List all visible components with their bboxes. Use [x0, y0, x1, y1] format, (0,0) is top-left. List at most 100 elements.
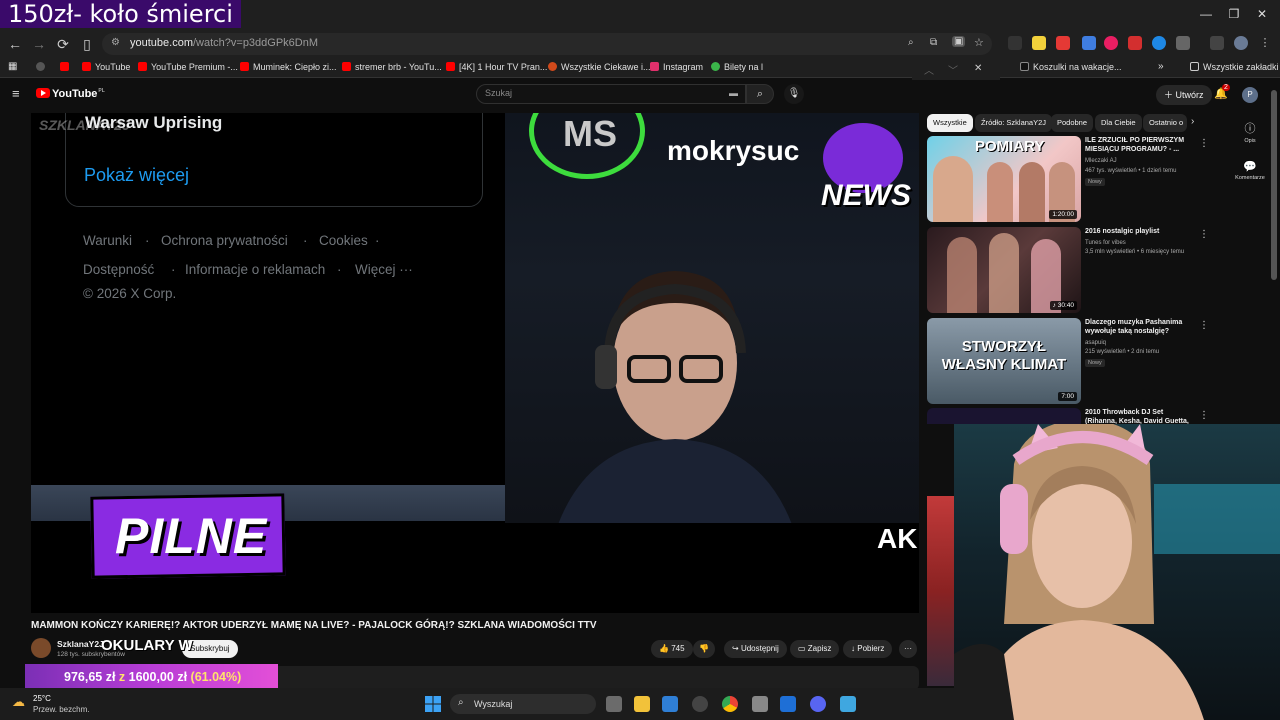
- chrome-icon[interactable]: [722, 696, 738, 712]
- bookmark-star-icon[interactable]: ☆: [974, 36, 984, 49]
- bookmark-item[interactable]: Wszystkie Ciekawe i...: [548, 60, 651, 74]
- create-button[interactable]: ＋ Utwórz: [1156, 85, 1212, 105]
- site-info-icon[interactable]: ⚙: [111, 37, 120, 48]
- cast-icon[interactable]: ⧉: [930, 37, 937, 48]
- search-button[interactable]: ⌕: [746, 84, 774, 104]
- calendar-extension-icon[interactable]: [1082, 36, 1096, 50]
- extension-icon[interactable]: [1008, 36, 1022, 50]
- like-button[interactable]: 👍 745: [651, 640, 693, 658]
- all-bookmarks-folder[interactable]: Wszystkie zakładki: [1190, 60, 1279, 74]
- recommendation-item[interactable]: ♪ 30:40 2016 nostalgic playlist Tunes fo…: [927, 227, 1209, 313]
- chip-all[interactable]: Wszystkie: [927, 114, 973, 132]
- description-panel-button[interactable]: ⓘ Opis: [1230, 120, 1270, 144]
- app-icon[interactable]: [780, 696, 796, 712]
- recommendation-channel[interactable]: Mleczaki AJ: [1085, 158, 1117, 164]
- video-thumbnail[interactable]: ♪ 30:40: [927, 227, 1081, 313]
- bookmark-item[interactable]: YouTube: [82, 60, 130, 74]
- install-app-icon[interactable]: ▣: [952, 36, 966, 47]
- menu-kebab-icon[interactable]: ⋮: [1258, 36, 1272, 50]
- taskbar-search-box[interactable]: ⌕: [450, 694, 596, 714]
- chips-next-icon[interactable]: ›: [1191, 116, 1194, 127]
- side-panel-icon[interactable]: ▯: [78, 35, 96, 53]
- weather-description[interactable]: Przew. bezchm.: [33, 705, 89, 714]
- recommendation-channel[interactable]: asapuiq: [1085, 340, 1106, 346]
- account-avatar[interactable]: P: [1242, 87, 1258, 103]
- share-button[interactable]: ↪ Udostępnij: [724, 640, 787, 658]
- download-button[interactable]: ↓ Pobierz: [843, 640, 893, 658]
- keyboard-icon[interactable]: ▬: [729, 88, 738, 98]
- recommendation-title[interactable]: 2016 nostalgic playlist: [1085, 227, 1195, 236]
- back-icon[interactable]: ←: [6, 35, 24, 53]
- video-player[interactable]: Warsaw Uprising Pokaż więcej Warunki · O…: [31, 113, 919, 613]
- task-view-icon[interactable]: [606, 696, 622, 712]
- video-thumbnail[interactable]: [927, 408, 1081, 424]
- recommendation-title[interactable]: Dlaczego muzyka Pashanima wywołuje taką …: [1085, 318, 1195, 336]
- extensions-puzzle-icon[interactable]: [1176, 36, 1190, 50]
- notepad-icon[interactable]: [840, 696, 856, 712]
- recommendation-title[interactable]: 2010 Throwback DJ Set (Rihanna, Kesha, D…: [1085, 408, 1195, 424]
- recommendation-item[interactable]: 2010 Throwback DJ Set (Rihanna, Kesha, D…: [927, 408, 1207, 424]
- find-close-icon[interactable]: ✕: [974, 63, 982, 74]
- file-explorer-icon[interactable]: [634, 696, 650, 712]
- youtube-logo[interactable]: YouTubePL: [36, 88, 105, 100]
- bookmark-item[interactable]: [4K] 1 Hour TV Pran...: [446, 60, 547, 74]
- weather-temperature[interactable]: 25°C: [33, 694, 51, 703]
- bookmark-item[interactable]: Instagram: [650, 60, 703, 74]
- channel-avatar[interactable]: [31, 638, 51, 658]
- extension-icon[interactable]: [1032, 36, 1046, 50]
- chip-source[interactable]: Źródło: SzklanaY2J: [975, 114, 1053, 132]
- bookmark-youtube-icon[interactable]: [60, 60, 73, 74]
- apps-grid-icon[interactable]: ▦: [8, 60, 17, 74]
- search-input[interactable]: Szukaj: [485, 88, 512, 98]
- weather-icon[interactable]: ☁: [12, 694, 25, 710]
- forward-icon[interactable]: →: [30, 35, 48, 53]
- close-button[interactable]: ✕: [1252, 6, 1272, 22]
- find-next-icon[interactable]: ﹀: [948, 62, 958, 77]
- obs-icon[interactable]: [692, 696, 708, 712]
- tab-search-icon[interactable]: [1210, 36, 1224, 50]
- bookmarks-overflow-icon[interactable]: »: [1158, 60, 1164, 74]
- extension-icon[interactable]: [1104, 36, 1118, 50]
- zoom-icon[interactable]: ⌕: [908, 37, 914, 48]
- extension-icon[interactable]: [1128, 36, 1142, 50]
- comments-panel-button[interactable]: 💬 Komentarze: [1230, 160, 1270, 181]
- voice-search-button[interactable]: 🎙: [784, 84, 804, 104]
- extension-icon[interactable]: [1056, 36, 1070, 50]
- save-button[interactable]: ▭ Zapisz: [790, 640, 840, 658]
- dislike-button[interactable]: 👎: [693, 640, 715, 658]
- bookmark-chrome-icon[interactable]: [36, 60, 49, 74]
- bookmark-item[interactable]: Muminek: Ciepło zi...: [240, 60, 337, 74]
- profile-avatar[interactable]: [1234, 36, 1248, 50]
- discord-icon[interactable]: [810, 696, 826, 712]
- video-thumbnail[interactable]: POMIARY 1:20:00: [927, 136, 1081, 222]
- omnibox[interactable]: ⚙ youtube.com/watch?v=p3ddGPk6DnM ⌕ ⧉ ▣ …: [102, 33, 992, 55]
- reload-icon[interactable]: ⟳: [54, 35, 72, 53]
- video-thumbnail[interactable]: STWORZYŁ WŁASNY KLIMAT 7:00: [927, 318, 1081, 404]
- chip-for-you[interactable]: Dla Ciebie: [1095, 114, 1142, 132]
- windows-start-icon[interactable]: [425, 696, 441, 712]
- hamburger-menu-icon[interactable]: ≡: [12, 86, 20, 101]
- kebab-menu-icon[interactable]: ⋮: [1199, 410, 1207, 421]
- settings-gear-icon[interactable]: [752, 696, 768, 712]
- recommendation-item[interactable]: STWORZYŁ WŁASNY KLIMAT 7:00 Dlaczego muz…: [927, 318, 1209, 404]
- extension-icon[interactable]: [1152, 36, 1166, 50]
- chip-recent[interactable]: Ostatnio o: [1143, 114, 1187, 132]
- bookmark-item[interactable]: stremer brb - YouTu...: [342, 60, 442, 74]
- kebab-menu-icon[interactable]: ⋮: [1199, 229, 1209, 240]
- recommendation-thumbnail-partial[interactable]: [927, 496, 954, 686]
- bookmark-item[interactable]: Bilety na l: [711, 60, 763, 74]
- restore-button[interactable]: ❐: [1224, 6, 1244, 22]
- search-box[interactable]: Szukaj ▬: [476, 84, 746, 104]
- recommendation-title[interactable]: ILE ZRZUCIŁ PO PIERWSZYM MIESIĄCU PROGRA…: [1085, 136, 1195, 154]
- bookmark-item[interactable]: Koszulki na wakacje...: [1020, 60, 1122, 74]
- bookmark-item[interactable]: YouTube Premium -...: [138, 60, 238, 74]
- find-previous-icon[interactable]: ︿: [924, 62, 934, 77]
- scrollbar[interactable]: [1271, 90, 1277, 280]
- chip-similar[interactable]: Podobne: [1051, 114, 1094, 132]
- minimize-button[interactable]: —: [1196, 6, 1216, 22]
- recommendation-item[interactable]: POMIARY 1:20:00 ILE ZRZUCIŁ PO PIERWSZYM…: [927, 136, 1209, 222]
- kebab-menu-icon[interactable]: ⋮: [1199, 138, 1209, 149]
- kebab-menu-icon[interactable]: ⋮: [1199, 320, 1209, 331]
- recommendation-channel[interactable]: Tunes for vibes: [1085, 240, 1126, 246]
- channel-name[interactable]: SzklanaY2J: [57, 639, 104, 649]
